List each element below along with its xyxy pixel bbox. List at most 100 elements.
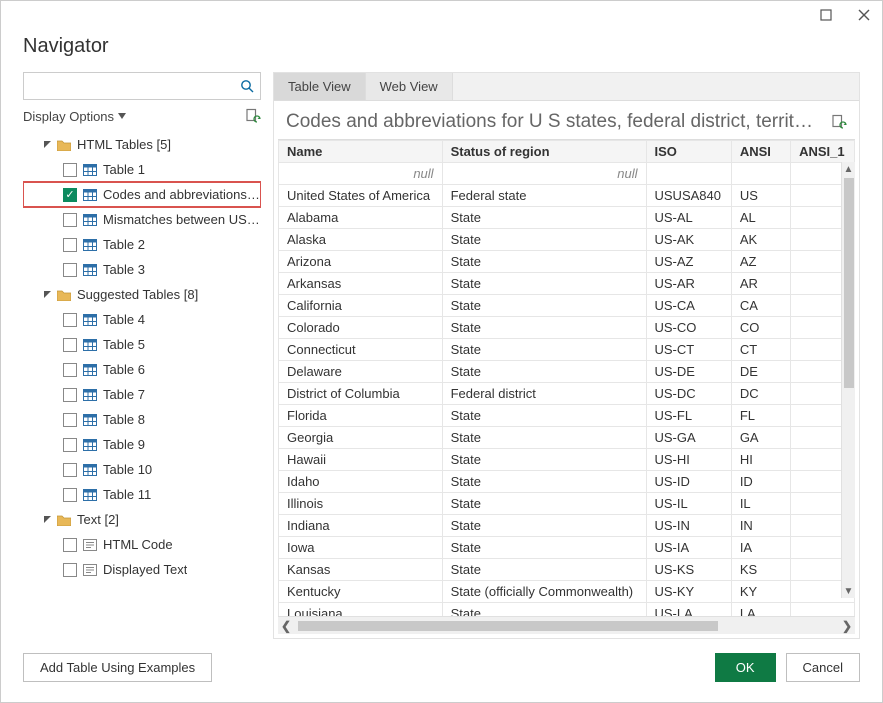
ok-button[interactable]: OK [715, 653, 776, 682]
table-row[interactable]: ConnecticutStateUS-CTCT [279, 339, 855, 361]
tree-group[interactable]: Text [2] [23, 507, 261, 532]
column-header[interactable]: ANSI [731, 141, 790, 163]
checkbox[interactable] [63, 313, 77, 327]
cell: GA [731, 427, 790, 449]
tree-item[interactable]: Displayed Text [23, 557, 261, 582]
tree-item[interactable]: ✓Codes and abbreviations f... [23, 182, 261, 207]
tab-web-view[interactable]: Web View [366, 73, 453, 100]
table-row[interactable]: IndianaStateUS-ININ [279, 515, 855, 537]
column-header[interactable]: Name [279, 141, 443, 163]
checkbox[interactable] [63, 413, 77, 427]
cell [646, 163, 731, 185]
checkbox[interactable] [63, 338, 77, 352]
maximize-icon[interactable] [814, 3, 838, 27]
add-column-icon[interactable] [831, 114, 847, 130]
table-icon [83, 239, 97, 251]
tree-item[interactable]: Table 6 [23, 357, 261, 382]
table-row[interactable]: nullnull [279, 163, 855, 185]
cancel-button[interactable]: Cancel [786, 653, 860, 682]
display-options-dropdown[interactable]: Display Options [23, 109, 126, 124]
v-scroll-thumb[interactable] [844, 178, 854, 388]
tree-item[interactable]: Table 5 [23, 332, 261, 357]
table-row[interactable]: IllinoisStateUS-ILIL [279, 493, 855, 515]
tree-item[interactable]: Table 8 [23, 407, 261, 432]
column-header[interactable]: ANSI_1 [791, 141, 855, 163]
checkbox[interactable] [63, 488, 77, 502]
expander-icon[interactable] [41, 140, 53, 149]
table-row[interactable]: CaliforniaStateUS-CACA [279, 295, 855, 317]
cell: AL [731, 207, 790, 229]
checkbox[interactable] [63, 263, 77, 277]
cell: State [442, 427, 646, 449]
h-scroll-thumb[interactable] [298, 621, 718, 631]
scroll-right-icon[interactable]: ❯ [839, 619, 855, 633]
search-input[interactable] [23, 72, 261, 100]
cell: US-CO [646, 317, 731, 339]
checkbox[interactable]: ✓ [63, 188, 77, 202]
tree-item[interactable]: Table 7 [23, 382, 261, 407]
horizontal-scrollbar[interactable]: ❮ ❯ [278, 616, 855, 634]
checkbox[interactable] [63, 238, 77, 252]
table-row[interactable]: HawaiiStateUS-HIHI [279, 449, 855, 471]
table-row[interactable]: LouisianaStateUS-LALA [279, 603, 855, 617]
checkbox[interactable] [63, 163, 77, 177]
expander-icon[interactable] [41, 290, 53, 299]
table-row[interactable]: GeorgiaStateUS-GAGA [279, 427, 855, 449]
column-header[interactable]: Status of region [442, 141, 646, 163]
checkbox[interactable] [63, 538, 77, 552]
tab-table-view[interactable]: Table View [274, 73, 366, 100]
checkbox[interactable] [63, 438, 77, 452]
table-row[interactable]: IdahoStateUS-IDID [279, 471, 855, 493]
tree-group[interactable]: HTML Tables [5] [23, 132, 261, 157]
table-row[interactable]: KentuckyState (officially Commonwealth)U… [279, 581, 855, 603]
tree-item[interactable]: HTML Code [23, 532, 261, 557]
close-icon[interactable] [852, 3, 876, 27]
tree-item[interactable]: Table 9 [23, 432, 261, 457]
table-row[interactable]: DelawareStateUS-DEDE [279, 361, 855, 383]
tree-item-label: Table 4 [103, 312, 145, 327]
table-row[interactable]: FloridaStateUS-FLFL [279, 405, 855, 427]
table-row[interactable]: AlaskaStateUS-AKAK [279, 229, 855, 251]
table-row[interactable]: AlabamaStateUS-ALAL [279, 207, 855, 229]
table-row[interactable]: ArizonaStateUS-AZAZ [279, 251, 855, 273]
cell: Louisiana [279, 603, 443, 617]
tree-group[interactable]: Suggested Tables [8] [23, 282, 261, 307]
column-header[interactable]: ISO [646, 141, 731, 163]
table-row[interactable]: KansasStateUS-KSKS [279, 559, 855, 581]
scroll-left-icon[interactable]: ❮ [278, 619, 294, 633]
table-icon [83, 214, 97, 226]
checkbox[interactable] [63, 563, 77, 577]
cell: Florida [279, 405, 443, 427]
cell: Colorado [279, 317, 443, 339]
table-row[interactable]: ArkansasStateUS-ARAR [279, 273, 855, 295]
add-table-using-examples-button[interactable]: Add Table Using Examples [23, 653, 212, 682]
cell [791, 603, 855, 617]
tree-item[interactable]: Table 2 [23, 232, 261, 257]
tree-item[interactable]: Mismatches between USP... [23, 207, 261, 232]
table-row[interactable]: ColoradoStateUS-COCO [279, 317, 855, 339]
table-icon [83, 439, 97, 451]
data-grid[interactable]: NameStatus of regionISOANSIANSI_1nullnul… [278, 140, 855, 616]
expander-icon[interactable] [41, 515, 53, 524]
tree-item-label: Table 7 [103, 387, 145, 402]
tree-item[interactable]: Table 1 [23, 157, 261, 182]
tree-item[interactable]: Table 4 [23, 307, 261, 332]
search-field[interactable] [30, 78, 240, 95]
scroll-down-icon[interactable]: ▼ [842, 584, 856, 598]
tree-item[interactable]: Table 10 [23, 457, 261, 482]
checkbox[interactable] [63, 388, 77, 402]
checkbox[interactable] [63, 363, 77, 377]
refresh-icon[interactable] [245, 108, 261, 124]
search-icon [240, 79, 254, 93]
table-row[interactable]: District of ColumbiaFederal districtUS-D… [279, 383, 855, 405]
checkbox[interactable] [63, 463, 77, 477]
tree-item[interactable]: Table 11 [23, 482, 261, 507]
table-row[interactable]: IowaStateUS-IAIA [279, 537, 855, 559]
vertical-scrollbar[interactable]: ▲ ▼ [841, 162, 855, 598]
checkbox[interactable] [63, 213, 77, 227]
scroll-up-icon[interactable]: ▲ [842, 162, 856, 176]
cell: Iowa [279, 537, 443, 559]
tree-view[interactable]: HTML Tables [5]Table 1✓Codes and abbrevi… [23, 130, 261, 639]
table-row[interactable]: United States of AmericaFederal stateUSU… [279, 185, 855, 207]
tree-item[interactable]: Table 3 [23, 257, 261, 282]
